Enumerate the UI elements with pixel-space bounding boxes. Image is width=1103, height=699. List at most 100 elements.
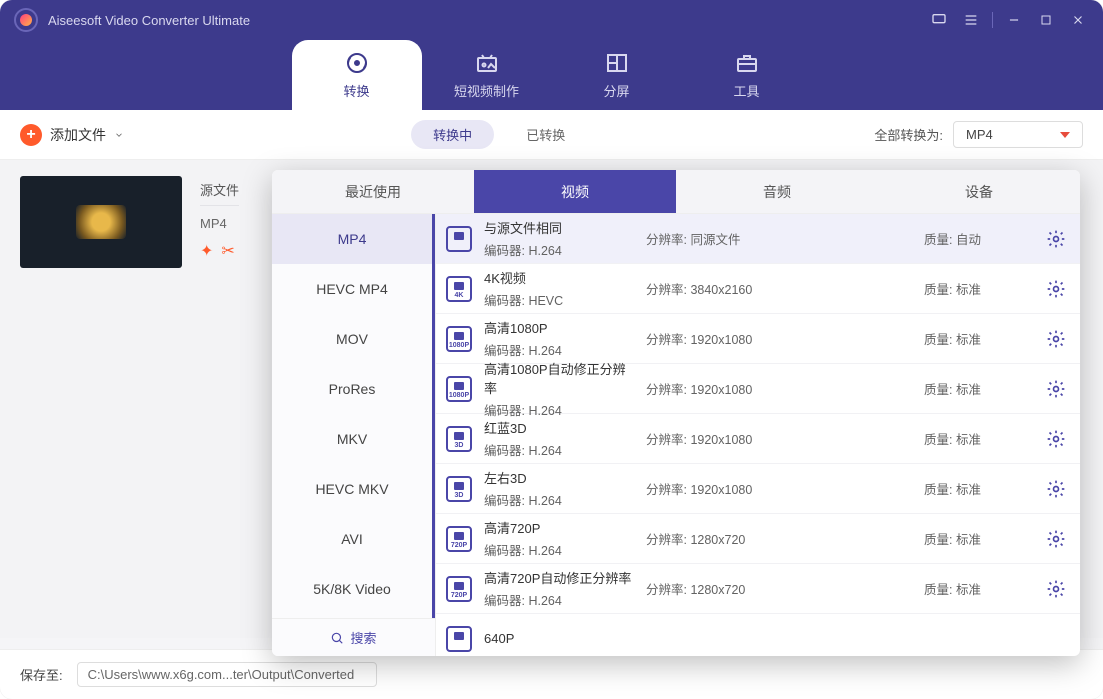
gear-icon[interactable] — [1046, 279, 1066, 299]
preset-row[interactable]: 640P — [436, 614, 1080, 656]
pill-converting[interactable]: 转换中 — [411, 120, 494, 149]
tab-convert-label: 转换 — [343, 81, 369, 100]
gear-icon[interactable] — [1046, 229, 1066, 249]
preset-encoder: 编码器: H.264 — [484, 490, 634, 509]
format-category-hevc-mp4[interactable]: HEVC MP4 — [272, 264, 432, 314]
preset-encoder: 编码器: H.264 — [484, 240, 634, 259]
source-file-label: 源文件 — [200, 180, 239, 206]
ftab-recent[interactable]: 最近使用 — [272, 170, 474, 213]
format-category-prores[interactable]: ProRes — [272, 364, 432, 414]
convert-icon — [344, 51, 370, 75]
collage-icon — [604, 51, 630, 75]
maximize-button[interactable] — [1031, 8, 1061, 32]
preset-row[interactable]: 3D红蓝3D编码器: H.264分辨率: 1920x1080质量: 标准 — [436, 414, 1080, 464]
video-thumbnail[interactable] — [20, 176, 182, 268]
file-format-line: MP4 — [200, 216, 239, 231]
preset-quality: 质量: 标准 — [924, 479, 1034, 498]
minimize-button[interactable] — [999, 8, 1029, 32]
preset-quality: 质量: 标准 — [924, 529, 1034, 548]
tab-toolbox[interactable]: 工具 — [682, 40, 812, 110]
bottom-bar: 保存至: C:\Users\www.x6g.com...ter\Output\C… — [0, 649, 1103, 699]
preset-row[interactable]: 1080P高清1080P编码器: H.264分辨率: 1920x1080质量: … — [436, 314, 1080, 364]
preset-badge-icon: 1080P — [446, 376, 472, 402]
preset-name: 高清720P — [484, 518, 634, 537]
preset-badge-icon: 720P — [446, 576, 472, 602]
tab-collage[interactable]: 分屏 — [552, 40, 682, 110]
format-category-mp4[interactable]: MP4 — [272, 214, 432, 264]
preset-badge-icon: 3D — [446, 426, 472, 452]
gear-icon[interactable] — [1046, 579, 1066, 599]
preset-badge-icon — [446, 226, 472, 252]
search-icon — [330, 631, 344, 645]
pill-converted[interactable]: 已转换 — [504, 120, 587, 149]
tab-toolbox-label: 工具 — [733, 81, 759, 100]
feedback-icon[interactable] — [924, 8, 954, 32]
preset-list[interactable]: 与源文件相同编码器: H.264分辨率: 同源文件质量: 自动4K4K视频编码器… — [436, 214, 1080, 656]
toolbox-icon — [734, 51, 760, 75]
preset-name: 红蓝3D — [484, 418, 634, 437]
format-select[interactable]: MP4 — [953, 121, 1083, 148]
ftab-audio[interactable]: 音频 — [676, 170, 878, 213]
status-pills: 转换中 已转换 — [411, 120, 587, 149]
preset-row[interactable]: 720P 高清720P 编码器: H.264 分辨率: 1280x720 质量: 标准 — [436, 514, 1080, 564]
gear-icon[interactable] — [1046, 479, 1066, 499]
preset-name: 与源文件相同 — [484, 218, 634, 237]
tab-collage-label: 分屏 — [603, 81, 629, 100]
cut-icon[interactable]: ✂ — [221, 241, 234, 261]
preset-resolution: 分辨率: 1920x1080 — [646, 329, 796, 348]
preset-quality: 质量: 标准 — [924, 579, 1034, 598]
format-category-hevc-mkv[interactable]: HEVC MKV — [272, 464, 432, 514]
preset-row[interactable]: 1080P高清1080P自动修正分辨率编码器: H.264分辨率: 1920x1… — [436, 364, 1080, 414]
ftab-video[interactable]: 视频 — [474, 170, 676, 213]
tab-mv[interactable]: 短视频制作 — [422, 40, 552, 110]
tab-convert[interactable]: 转换 — [292, 40, 422, 110]
close-button[interactable] — [1063, 8, 1093, 32]
preset-badge-icon: 720P — [446, 526, 472, 552]
gear-icon[interactable] — [1046, 379, 1066, 399]
preset-quality: 质量: 标准 — [924, 429, 1034, 448]
format-tabs: 最近使用 视频 音频 设备 — [272, 170, 1080, 214]
plus-icon: + — [20, 124, 42, 146]
ftab-device[interactable]: 设备 — [878, 170, 1080, 213]
add-file-button[interactable]: + 添加文件 — [20, 124, 124, 146]
convert-all-area: 全部转换为: MP4 — [874, 121, 1083, 148]
app-window: Aiseesoft Video Converter Ultimate 转换 短视… — [0, 0, 1103, 699]
add-file-label: 添加文件 — [50, 125, 106, 145]
preset-resolution: 分辨率: 1280x720 — [646, 529, 796, 548]
preset-name: 高清1080P自动修正分辨率 — [484, 359, 634, 397]
menu-icon[interactable] — [956, 8, 986, 32]
preset-resolution: 分辨率: 1920x1080 — [646, 479, 796, 498]
preset-encoder: 编码器: H.264 — [484, 400, 634, 419]
preset-badge-icon: 3D — [446, 476, 472, 502]
preset-row[interactable]: 720P高清720P自动修正分辨率编码器: H.264分辨率: 1280x720… — [436, 564, 1080, 614]
tab-mv-label: 短视频制作 — [454, 81, 519, 100]
preset-encoder: 编码器: H.264 — [484, 440, 634, 459]
titlebar: Aiseesoft Video Converter Ultimate 转换 短视… — [0, 0, 1103, 110]
magic-icon[interactable]: ✦ — [200, 241, 213, 261]
preset-quality: 质量: 自动 — [924, 229, 1034, 248]
mv-icon — [474, 51, 500, 75]
preset-row[interactable]: 4K4K视频编码器: HEVC分辨率: 3840x2160质量: 标准 — [436, 264, 1080, 314]
preset-name: 高清720P自动修正分辨率 — [484, 568, 634, 587]
format-category-avi[interactable]: AVI — [272, 514, 432, 564]
output-path[interactable]: C:\Users\www.x6g.com...ter\Output\Conver… — [77, 662, 377, 687]
gear-icon[interactable] — [1046, 429, 1066, 449]
preset-resolution: 分辨率: 1920x1080 — [646, 379, 796, 398]
app-logo — [14, 8, 38, 32]
save-to-label: 保存至: — [20, 665, 63, 684]
preset-name: 640P — [484, 631, 634, 646]
preset-row[interactable]: 3D左右3D编码器: H.264分辨率: 1920x1080质量: 标准 — [436, 464, 1080, 514]
preset-row[interactable]: 与源文件相同编码器: H.264分辨率: 同源文件质量: 自动 — [436, 214, 1080, 264]
preset-encoder: 编码器: H.264 — [484, 540, 634, 559]
format-category-mkv[interactable]: MKV — [272, 414, 432, 464]
preset-resolution: 分辨率: 3840x2160 — [646, 279, 796, 298]
convert-all-label: 全部转换为: — [874, 125, 943, 144]
format-category-mov[interactable]: MOV — [272, 314, 432, 364]
chevron-down-icon — [114, 130, 124, 140]
format-category-5k-8k-video[interactable]: 5K/8K Video — [272, 564, 432, 614]
gear-icon[interactable] — [1046, 329, 1066, 349]
file-meta: 源文件 MP4 ✦ ✂ — [200, 176, 239, 261]
gear-icon[interactable] — [1046, 529, 1066, 549]
format-search[interactable]: 搜索 — [272, 618, 435, 656]
main-tabs: 转换 短视频制作 分屏 工具 — [0, 40, 1103, 110]
